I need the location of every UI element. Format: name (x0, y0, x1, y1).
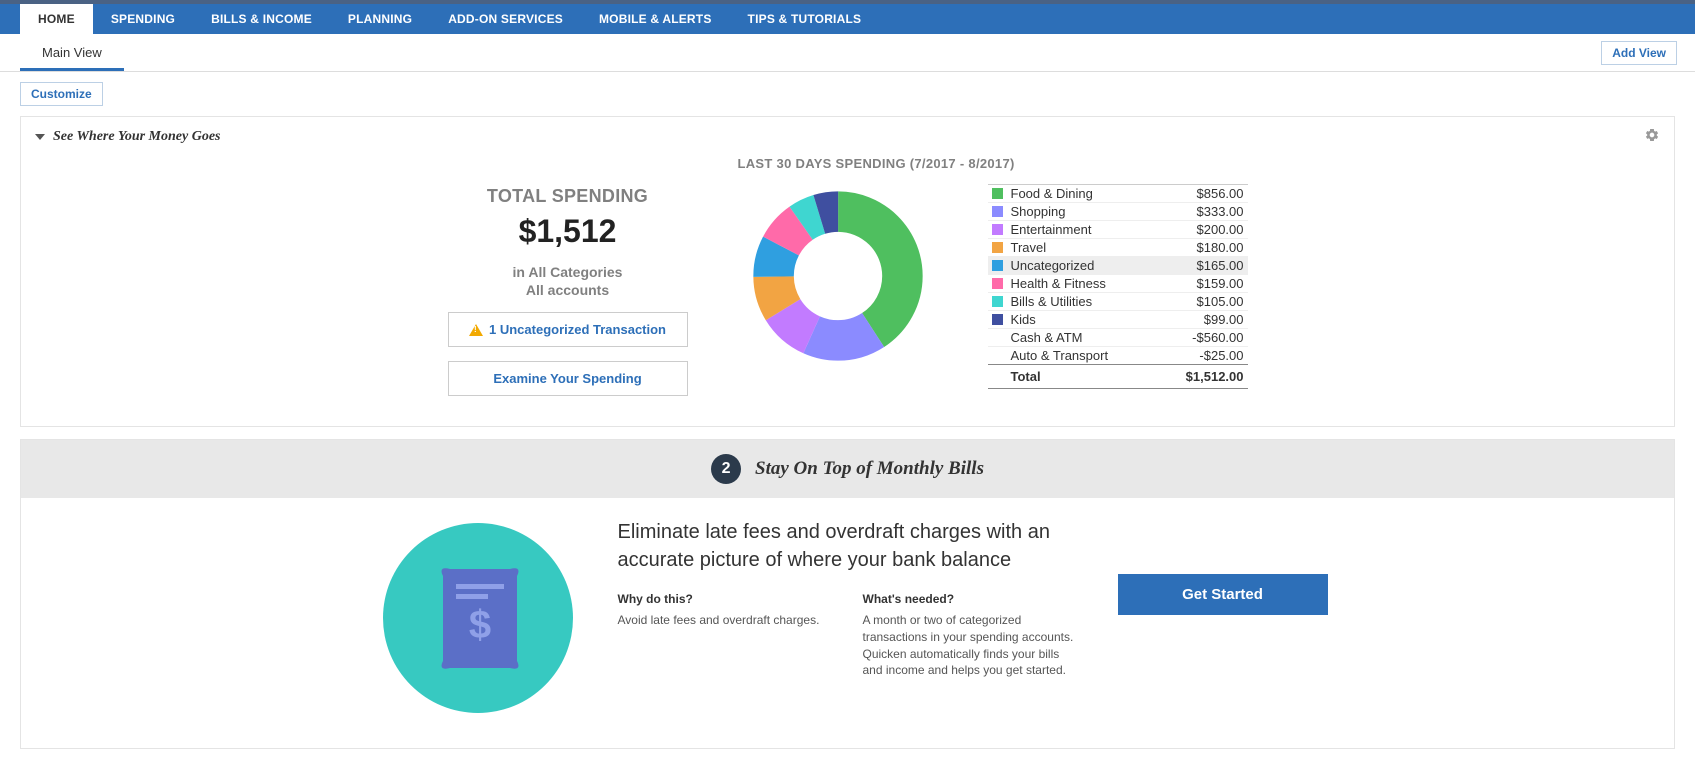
examine-spending-button[interactable]: Examine Your Spending (448, 361, 688, 396)
legend-total-label: Total (1011, 369, 1186, 384)
legend-value: $856.00 (1197, 186, 1244, 201)
legend-value: -$560.00 (1192, 330, 1243, 345)
legend-row[interactable]: Cash & ATM-$560.00 (988, 328, 1248, 346)
legend-label: Kids (1011, 312, 1204, 327)
svg-text:$: $ (468, 603, 490, 647)
legend-value: $99.00 (1204, 312, 1244, 327)
bills-panel: 2 Stay On Top of Monthly Bills $ Elimina… (20, 439, 1675, 749)
customize-row: Customize (0, 72, 1695, 116)
needed-body: A month or two of categorized transactio… (863, 612, 1078, 679)
legend-label: Uncategorized (1011, 258, 1197, 273)
legend-label: Bills & Utilities (1011, 294, 1197, 309)
subtab-main-view[interactable]: Main View (20, 35, 124, 71)
legend-value: $333.00 (1197, 204, 1244, 219)
add-view-button[interactable]: Add View (1601, 41, 1677, 65)
legend-row[interactable]: Health & Fitness$159.00 (988, 274, 1248, 292)
uncategorized-transaction-button[interactable]: 1 Uncategorized Transaction (448, 312, 688, 347)
chart-title: LAST 30 DAYS SPENDING (7/2017 - 8/2017) (738, 156, 938, 171)
legend-swatch (992, 242, 1003, 253)
spending-panel: See Where Your Money Goes TOTAL SPENDING… (20, 116, 1675, 427)
gear-icon[interactable] (1644, 127, 1660, 146)
legend-row[interactable]: Shopping$333.00 (988, 202, 1248, 220)
get-started-button[interactable]: Get Started (1118, 574, 1328, 615)
legend-value: $165.00 (1197, 258, 1244, 273)
legend-value: $200.00 (1197, 222, 1244, 237)
legend-swatch (992, 188, 1003, 199)
needed-column: What's needed? A month or two of categor… (863, 592, 1078, 679)
bills-headline: Eliminate late fees and overdraft charge… (618, 518, 1078, 574)
customize-button[interactable]: Customize (20, 82, 103, 106)
legend-row[interactable]: Entertainment$200.00 (988, 220, 1248, 238)
nav-home[interactable]: HOME (20, 4, 93, 34)
legend-label: Travel (1011, 240, 1197, 255)
spending-summary: TOTAL SPENDING $1,512 in All Categories … (448, 156, 688, 396)
chart-column: LAST 30 DAYS SPENDING (7/2017 - 8/2017) (738, 156, 938, 364)
legend-label: Cash & ATM (1011, 330, 1193, 345)
chevron-down-icon[interactable] (35, 134, 45, 140)
needed-title: What's needed? (863, 592, 1078, 606)
bills-panel-title: Stay On Top of Monthly Bills (755, 458, 984, 480)
spending-donut-chart[interactable] (753, 191, 923, 361)
legend-swatch (992, 260, 1003, 271)
legend-swatch (992, 224, 1003, 235)
nav-tips-tutorials[interactable]: TIPS & TUTORIALS (730, 4, 880, 34)
nav-spending[interactable]: SPENDING (93, 4, 193, 34)
nav-bills-income[interactable]: BILLS & INCOME (193, 4, 330, 34)
sub-nav: Main View Add View (0, 34, 1695, 72)
total-spending-label: TOTAL SPENDING (448, 186, 688, 207)
legend-row[interactable]: Bills & Utilities$105.00 (988, 292, 1248, 310)
step-number-badge: 2 (711, 454, 741, 484)
uncategorized-label: 1 Uncategorized Transaction (489, 322, 666, 337)
legend-swatch (992, 278, 1003, 289)
legend-swatch (992, 206, 1003, 217)
legend-label: Food & Dining (1011, 186, 1197, 201)
legend-label: Health & Fitness (1011, 276, 1197, 291)
legend-row[interactable]: Kids$99.00 (988, 310, 1248, 328)
legend-label: Auto & Transport (1011, 348, 1200, 363)
legend-row[interactable]: Auto & Transport-$25.00 (988, 346, 1248, 364)
bills-header: 2 Stay On Top of Monthly Bills (21, 440, 1674, 498)
bills-text-block: Eliminate late fees and overdraft charge… (618, 518, 1078, 679)
legend-value: $180.00 (1197, 240, 1244, 255)
warning-icon (469, 324, 483, 336)
legend-total-row: Total$1,512.00 (988, 364, 1248, 389)
legend-label: Shopping (1011, 204, 1197, 219)
nav-addon-services[interactable]: ADD-ON SERVICES (430, 4, 581, 34)
why-column: Why do this? Avoid late fees and overdra… (618, 592, 833, 679)
panel-title: See Where Your Money Goes (53, 129, 221, 145)
categories-label: in All Categories (448, 264, 688, 280)
legend-swatch (992, 314, 1003, 325)
nav-planning[interactable]: PLANNING (330, 4, 430, 34)
why-body: Avoid late fees and overdraft charges. (618, 612, 833, 629)
legend-swatch (992, 332, 1003, 343)
legend-row[interactable]: Food & Dining$856.00 (988, 184, 1248, 202)
legend-row[interactable]: Travel$180.00 (988, 238, 1248, 256)
legend-value: $105.00 (1197, 294, 1244, 309)
legend-swatch (992, 371, 1003, 382)
nav-mobile-alerts[interactable]: MOBILE & ALERTS (581, 4, 730, 34)
legend-row[interactable]: Uncategorized$165.00 (988, 256, 1248, 274)
total-spending-amount: $1,512 (448, 213, 688, 250)
why-title: Why do this? (618, 592, 833, 606)
accounts-label: All accounts (448, 282, 688, 298)
main-nav: HOME SPENDING BILLS & INCOME PLANNING AD… (0, 4, 1695, 34)
legend-value: $159.00 (1197, 276, 1244, 291)
legend-value: -$25.00 (1199, 348, 1243, 363)
legend-swatch (992, 350, 1003, 361)
chart-legend: Food & Dining$856.00Shopping$333.00Enter… (988, 156, 1248, 389)
bill-illustration: $ (378, 518, 578, 718)
legend-swatch (992, 296, 1003, 307)
legend-label: Entertainment (1011, 222, 1197, 237)
legend-total-value: $1,512.00 (1186, 369, 1244, 384)
